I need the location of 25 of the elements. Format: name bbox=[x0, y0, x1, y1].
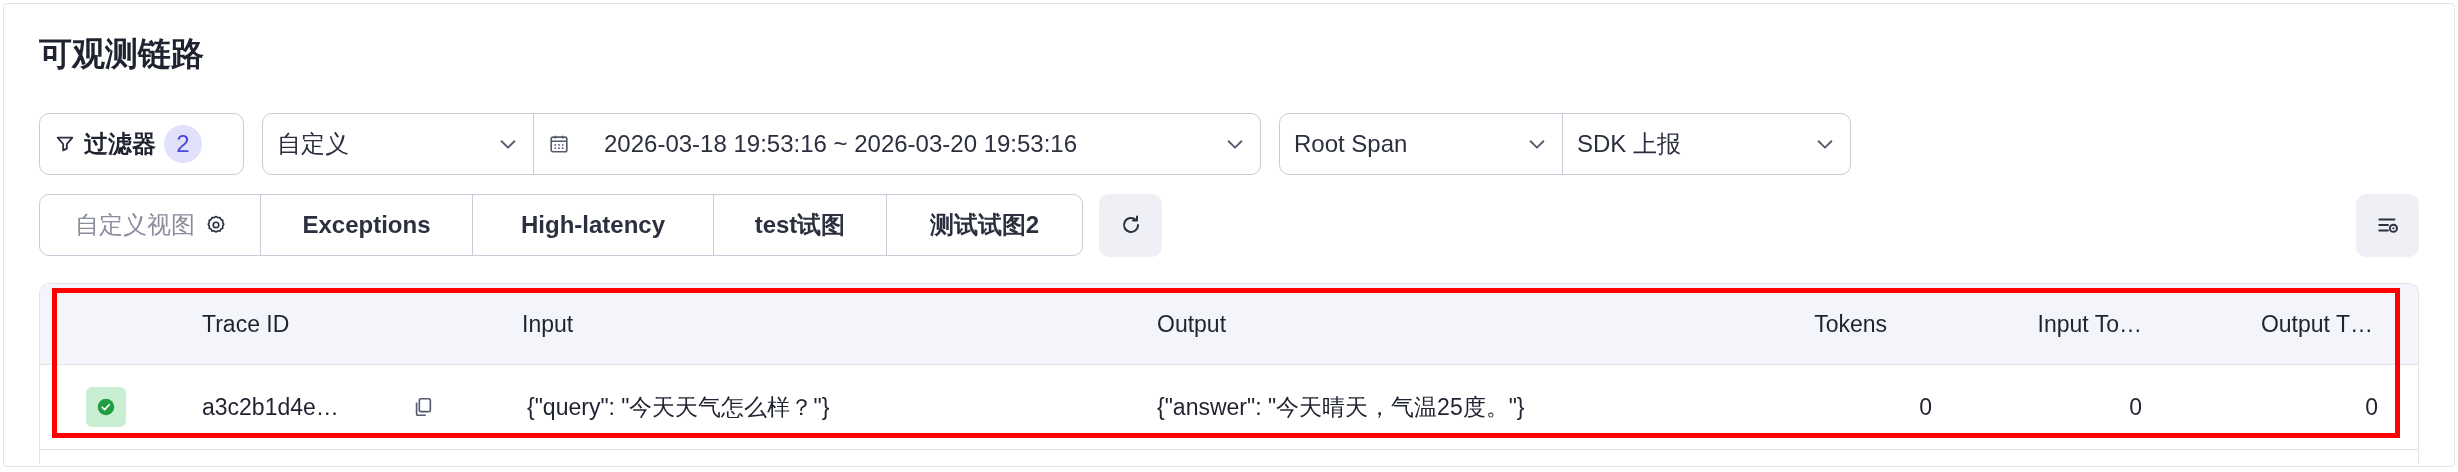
page-title: 可观测链路 bbox=[39, 34, 205, 74]
column-header: Input bbox=[521, 310, 575, 338]
filter-button[interactable]: 过滤器 2 bbox=[39, 113, 244, 175]
check-circle-icon bbox=[97, 398, 115, 416]
table-cell: 0 bbox=[2129, 393, 2142, 420]
table-cell: 0 bbox=[1919, 393, 1932, 420]
column-header: Tokens bbox=[1813, 310, 1888, 338]
table-cell: 0 bbox=[2365, 393, 2378, 420]
view-tab[interactable]: 测试试图2 bbox=[886, 195, 1082, 255]
gear-icon[interactable] bbox=[205, 214, 227, 236]
view-tab[interactable]: test试图 bbox=[713, 195, 886, 255]
refresh-button[interactable] bbox=[1099, 193, 1162, 257]
filter-label: 过滤器 bbox=[84, 129, 156, 159]
view-tab[interactable]: High-latency bbox=[472, 195, 713, 255]
table-cell-text: a3c2b1d4e… bbox=[202, 393, 340, 421]
table-cell-text: {"answer": "今天晴天，气温25度。"} bbox=[1156, 392, 1526, 422]
column-settings-button[interactable] bbox=[2356, 193, 2419, 257]
view-tab[interactable]: Exceptions bbox=[260, 195, 472, 255]
column-header: Output T… bbox=[2259, 310, 2374, 338]
count-badge: 2 bbox=[164, 125, 202, 163]
column-header: Input To… bbox=[2036, 310, 2143, 338]
table-cell-text: {"query": "今天天气怎么样？"} bbox=[526, 392, 831, 422]
custom-view-label: 自定义视图 bbox=[75, 210, 195, 240]
column-header: Trace ID bbox=[201, 310, 291, 338]
column-header: Output bbox=[1156, 310, 1228, 338]
